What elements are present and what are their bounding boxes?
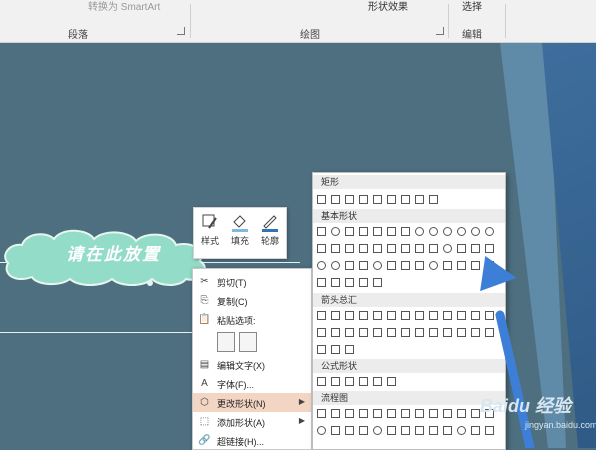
font-icon: A	[201, 378, 208, 389]
paste-picture-icon[interactable]	[239, 332, 257, 352]
divider	[448, 4, 449, 38]
style-button[interactable]: 样式	[196, 212, 224, 247]
selection-line	[0, 332, 195, 333]
menu-item-copy[interactable]: ⎘ 复制(C)	[193, 291, 311, 310]
drawing-launcher-icon[interactable]	[436, 27, 444, 35]
paragraph-launcher-icon[interactable]	[177, 27, 185, 35]
group-paragraph: 段落	[68, 30, 88, 41]
watermark-logo: Baidu 经验	[480, 396, 572, 416]
select-button[interactable]: 选择	[462, 0, 482, 13]
submenu-arrow-icon: ▶	[298, 416, 305, 425]
hyperlink-icon: 🔗	[198, 435, 211, 446]
mini-toolbar: 样式 填充 轮廓	[193, 207, 287, 259]
paste-keep-format-icon[interactable]	[217, 332, 235, 352]
divider	[190, 4, 191, 38]
scissors-icon: ✂	[200, 276, 209, 287]
submenu-arrow-icon: ▶	[298, 397, 305, 406]
menu-item-paste-options[interactable]: 📋 粘贴选项:	[193, 310, 311, 352]
fill-bucket-icon	[232, 215, 248, 232]
section-header-basic-shapes: 基本形状	[313, 209, 505, 223]
menu-item-change-shape[interactable]: ⬡ 更改形状(N) ▶	[193, 393, 311, 412]
outline-button[interactable]: 轮廓	[256, 212, 284, 247]
context-menu: ✂ 剪切(T) ⎘ 复制(C) 📋 粘贴选项: ▤ 编辑文字(X) A 字体(F…	[192, 268, 312, 450]
paste-icon: 📋	[198, 314, 211, 325]
outline-pen-icon	[262, 215, 278, 232]
copy-icon: ⎘	[200, 295, 209, 306]
group-drawing: 绘图	[300, 30, 320, 41]
add-shape-icon: ⬚	[199, 416, 210, 427]
menu-item-hyperlink[interactable]: 🔗 超链接(H)...	[193, 431, 311, 450]
slide-text[interactable]: 请在此放置	[66, 240, 161, 265]
style-icon	[202, 214, 217, 229]
menu-item-add-shape[interactable]: ⬚ 添加形状(A) ▶	[193, 412, 311, 431]
fill-button[interactable]: 填充	[226, 212, 254, 247]
menu-item-edit-text[interactable]: ▤ 编辑文字(X)	[193, 355, 311, 374]
shape-effect-button[interactable]: 形状效果	[368, 0, 408, 13]
watermark-url: jingyan.baidu.com	[525, 420, 596, 430]
section-header-rectangles: 矩形	[313, 175, 505, 189]
menu-item-font[interactable]: A 字体(F)...	[193, 374, 311, 393]
convert-smartart-button[interactable]: 转换为 SmartArt	[88, 0, 160, 13]
change-shape-icon: ⬡	[200, 397, 209, 408]
edit-text-icon: ▤	[199, 359, 210, 370]
group-editing: 编辑	[462, 30, 482, 41]
menu-item-cut[interactable]: ✂ 剪切(T)	[193, 272, 311, 291]
divider	[505, 4, 506, 38]
ribbon: 转换为 SmartArt 形状效果 选择 段落 绘图 编辑	[0, 0, 596, 43]
